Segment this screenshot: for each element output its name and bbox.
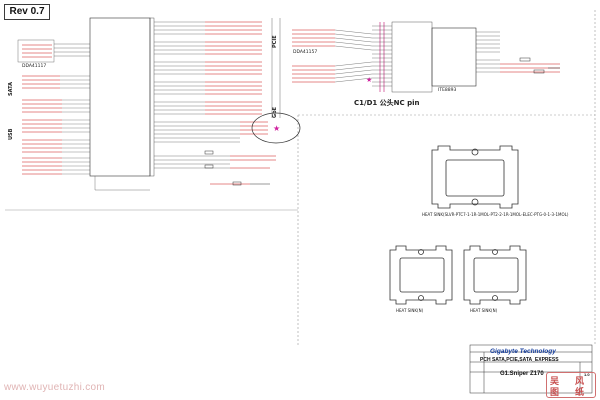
seal-char: 图 (550, 388, 560, 398)
label-usb: USB (8, 128, 14, 140)
heatsink-small-right-caption: HEAT SINK(N) (470, 308, 498, 313)
company-name: Gigabyte Technology (490, 348, 556, 355)
pch-lower-pins (154, 121, 240, 169)
ite-side-components (519, 57, 560, 74)
heatsink-large-caption: HEAT SINK(SLVR-PTC7-1-1R-1MOL-PT2-2-1R-1… (422, 212, 569, 217)
heatsink-large (431, 145, 519, 209)
pin-comb-ticks (372, 25, 392, 87)
pch-right-pins (154, 21, 205, 115)
bottom-bracket (94, 176, 150, 191)
seal-stamp: 吴 风 图 纸 (546, 372, 596, 398)
part-label-dda41157: DDA41157 (293, 50, 318, 55)
part-label-dda41117: DDA41117 (22, 64, 47, 69)
schematic-sheet: Rev 0.7 ★ ★ SATA USB PCIE GbE DDA41117 D… (0, 0, 600, 400)
mid-nets (292, 29, 335, 83)
right-bus (271, 18, 281, 118)
net-block-top (17, 39, 90, 63)
left-net-groups (17, 39, 90, 63)
left-leaders (60, 75, 90, 175)
mid-bus-diagonals (334, 29, 373, 83)
heatsink-small-left-caption: HEAT SINK(N) (396, 308, 424, 313)
section-separators (5, 10, 596, 345)
board-model: G1.Sniper Z170 (500, 371, 544, 377)
svg-text:★: ★ (273, 124, 280, 133)
heatsink-small-left (389, 245, 453, 305)
pch-symbol (89, 17, 155, 177)
part-label-ite: ITE8893 (438, 88, 457, 93)
pch-right-red-nets (205, 21, 262, 115)
label-gbe: GbE (272, 106, 278, 118)
pch-lower-red (210, 121, 276, 185)
sheet-title: PCH SATA,PCIE,SATA_EXPRESS (480, 357, 559, 363)
nc-pin-note: C1/D1 公头NC pin (354, 99, 420, 107)
ite-chip (391, 21, 477, 93)
seal-char: 纸 (575, 388, 585, 398)
mid-star: ★ (366, 76, 372, 84)
heatsink-small-right (463, 245, 527, 305)
watermark-url: www.wuyuetuzhi.com (4, 382, 105, 393)
schematic-drawing: ★ ★ (5, 10, 596, 394)
label-pcie: PCIE (272, 35, 278, 48)
ite-pins (476, 31, 500, 73)
label-sata: SATA (8, 82, 14, 96)
pin-comb (379, 22, 385, 92)
